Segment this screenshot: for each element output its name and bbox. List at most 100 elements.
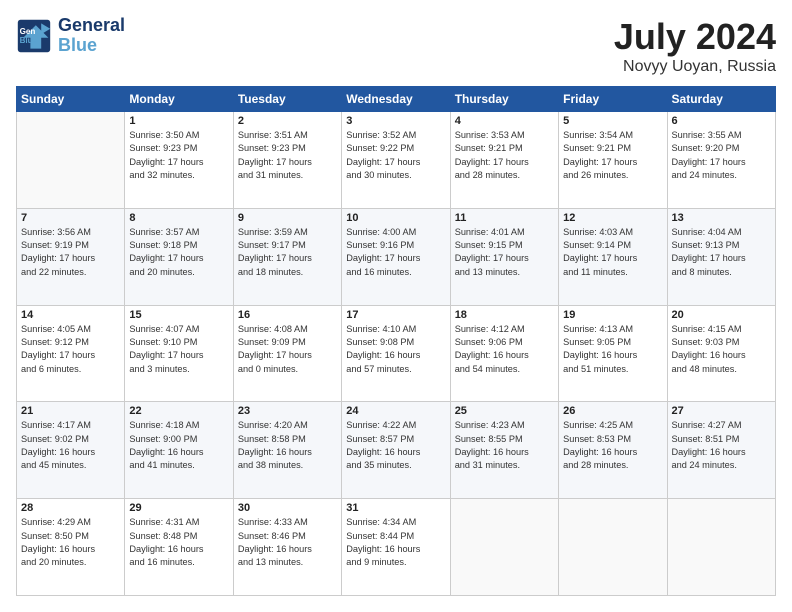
day-info: Sunrise: 3:56 AM Sunset: 9:19 PM Dayligh… [21,226,120,279]
calendar-cell: 14 Sunrise: 4:05 AM Sunset: 9:12 PM Dayli… [17,305,125,402]
calendar-cell: 23 Sunrise: 4:20 AM Sunset: 8:58 PM Dayli… [233,402,341,499]
location-title: Novyy Uoyan, Russia [614,58,776,76]
page-header: Gen Blue General Blue July 2024 Novyy Uo… [16,16,776,76]
logo-icon: Gen Blue [16,18,52,54]
day-info: Sunrise: 4:10 AM Sunset: 9:08 PM Dayligh… [346,323,445,376]
day-info: Sunrise: 4:01 AM Sunset: 9:15 PM Dayligh… [455,226,554,279]
day-number: 11 [455,212,554,224]
day-number: 10 [346,212,445,224]
calendar-cell: 21 Sunrise: 4:17 AM Sunset: 9:02 PM Dayli… [17,402,125,499]
day-number: 1 [129,115,228,127]
day-number: 27 [672,405,771,417]
calendar-cell: 28 Sunrise: 4:29 AM Sunset: 8:50 PM Dayli… [17,499,125,596]
day-info: Sunrise: 3:59 AM Sunset: 9:17 PM Dayligh… [238,226,337,279]
day-number: 15 [129,309,228,321]
day-number: 3 [346,115,445,127]
day-number: 21 [21,405,120,417]
day-info: Sunrise: 4:07 AM Sunset: 9:10 PM Dayligh… [129,323,228,376]
logo: Gen Blue General Blue [16,16,125,56]
day-info: Sunrise: 4:05 AM Sunset: 9:12 PM Dayligh… [21,323,120,376]
calendar-week-4: 21 Sunrise: 4:17 AM Sunset: 9:02 PM Dayli… [17,402,776,499]
calendar-cell: 6Sunrise: 3:55 AM Sunset: 9:20 PM Daylig… [667,112,775,209]
weekday-header-friday: Friday [559,87,667,112]
day-info: Sunrise: 3:53 AM Sunset: 9:21 PM Dayligh… [455,129,554,182]
day-info: Sunrise: 4:08 AM Sunset: 9:09 PM Dayligh… [238,323,337,376]
logo-text: General Blue [58,16,125,56]
day-info: Sunrise: 4:03 AM Sunset: 9:14 PM Dayligh… [563,226,662,279]
day-number: 31 [346,502,445,514]
weekday-header-wednesday: Wednesday [342,87,450,112]
day-info: Sunrise: 3:52 AM Sunset: 9:22 PM Dayligh… [346,129,445,182]
day-number: 20 [672,309,771,321]
day-number: 17 [346,309,445,321]
calendar-cell: 29 Sunrise: 4:31 AM Sunset: 8:48 PM Dayli… [125,499,233,596]
calendar-cell: 10Sunrise: 4:00 AM Sunset: 9:16 PM Dayli… [342,208,450,305]
weekday-header-monday: Monday [125,87,233,112]
day-number: 18 [455,309,554,321]
calendar-week-5: 28 Sunrise: 4:29 AM Sunset: 8:50 PM Dayli… [17,499,776,596]
calendar-cell: 1 Sunrise: 3:50 AM Sunset: 9:23 PM Daylig… [125,112,233,209]
day-number: 23 [238,405,337,417]
calendar-cell: 31Sunrise: 4:34 AM Sunset: 8:44 PM Dayli… [342,499,450,596]
day-info: Sunrise: 4:25 AM Sunset: 8:53 PM Dayligh… [563,419,662,472]
day-number: 8 [129,212,228,224]
title-block: July 2024 Novyy Uoyan, Russia [614,16,776,76]
calendar-cell: 5 Sunrise: 3:54 AM Sunset: 9:21 PM Daylig… [559,112,667,209]
calendar-cell: 8Sunrise: 3:57 AM Sunset: 9:18 PM Daylig… [125,208,233,305]
calendar-week-2: 7 Sunrise: 3:56 AM Sunset: 9:19 PM Daylig… [17,208,776,305]
day-number: 4 [455,115,554,127]
calendar-cell: 15 Sunrise: 4:07 AM Sunset: 9:10 PM Dayli… [125,305,233,402]
day-info: Sunrise: 4:12 AM Sunset: 9:06 PM Dayligh… [455,323,554,376]
calendar-week-1: 1 Sunrise: 3:50 AM Sunset: 9:23 PM Daylig… [17,112,776,209]
day-number: 24 [346,405,445,417]
calendar-cell: 12 Sunrise: 4:03 AM Sunset: 9:14 PM Dayli… [559,208,667,305]
day-info: Sunrise: 4:33 AM Sunset: 8:46 PM Dayligh… [238,516,337,569]
day-number: 12 [563,212,662,224]
day-info: Sunrise: 4:31 AM Sunset: 8:48 PM Dayligh… [129,516,228,569]
weekday-header-tuesday: Tuesday [233,87,341,112]
calendar-cell: 11 Sunrise: 4:01 AM Sunset: 9:15 PM Dayli… [450,208,558,305]
calendar-table: SundayMondayTuesdayWednesdayThursdayFrid… [16,86,776,596]
weekday-header-saturday: Saturday [667,87,775,112]
calendar-body: 1 Sunrise: 3:50 AM Sunset: 9:23 PM Daylig… [17,112,776,596]
calendar-cell: 24Sunrise: 4:22 AM Sunset: 8:57 PM Dayli… [342,402,450,499]
calendar-cell: 18 Sunrise: 4:12 AM Sunset: 9:06 PM Dayli… [450,305,558,402]
day-info: Sunrise: 4:18 AM Sunset: 9:00 PM Dayligh… [129,419,228,472]
day-number: 5 [563,115,662,127]
calendar-week-3: 14 Sunrise: 4:05 AM Sunset: 9:12 PM Dayli… [17,305,776,402]
calendar-cell: 2 Sunrise: 3:51 AM Sunset: 9:23 PM Daylig… [233,112,341,209]
day-number: 22 [129,405,228,417]
day-number: 13 [672,212,771,224]
day-info: Sunrise: 4:13 AM Sunset: 9:05 PM Dayligh… [563,323,662,376]
day-info: Sunrise: 4:29 AM Sunset: 8:50 PM Dayligh… [21,516,120,569]
svg-text:Blue: Blue [20,36,38,45]
day-info: Sunrise: 3:50 AM Sunset: 9:23 PM Dayligh… [129,129,228,182]
day-info: Sunrise: 4:20 AM Sunset: 8:58 PM Dayligh… [238,419,337,472]
calendar-cell: 3 Sunrise: 3:52 AM Sunset: 9:22 PM Daylig… [342,112,450,209]
day-number: 30 [238,502,337,514]
day-number: 6 [672,115,771,127]
day-number: 29 [129,502,228,514]
calendar-header-row: SundayMondayTuesdayWednesdayThursdayFrid… [17,87,776,112]
day-number: 19 [563,309,662,321]
calendar-cell: 27Sunrise: 4:27 AM Sunset: 8:51 PM Dayli… [667,402,775,499]
svg-text:Gen: Gen [20,27,36,36]
day-info: Sunrise: 3:51 AM Sunset: 9:23 PM Dayligh… [238,129,337,182]
calendar-cell [450,499,558,596]
calendar-cell: 17 Sunrise: 4:10 AM Sunset: 9:08 PM Dayli… [342,305,450,402]
calendar-cell: 7 Sunrise: 3:56 AM Sunset: 9:19 PM Daylig… [17,208,125,305]
day-info: Sunrise: 3:54 AM Sunset: 9:21 PM Dayligh… [563,129,662,182]
day-number: 28 [21,502,120,514]
weekday-header-thursday: Thursday [450,87,558,112]
calendar-cell: 4 Sunrise: 3:53 AM Sunset: 9:21 PM Daylig… [450,112,558,209]
calendar-cell: 26Sunrise: 4:25 AM Sunset: 8:53 PM Dayli… [559,402,667,499]
calendar-cell: 9Sunrise: 3:59 AM Sunset: 9:17 PM Daylig… [233,208,341,305]
month-title: July 2024 [614,16,776,58]
day-info: Sunrise: 4:17 AM Sunset: 9:02 PM Dayligh… [21,419,120,472]
day-number: 7 [21,212,120,224]
calendar-cell [559,499,667,596]
day-number: 14 [21,309,120,321]
calendar-cell: 22 Sunrise: 4:18 AM Sunset: 9:00 PM Dayli… [125,402,233,499]
day-number: 2 [238,115,337,127]
calendar-cell: 25Sunrise: 4:23 AM Sunset: 8:55 PM Dayli… [450,402,558,499]
